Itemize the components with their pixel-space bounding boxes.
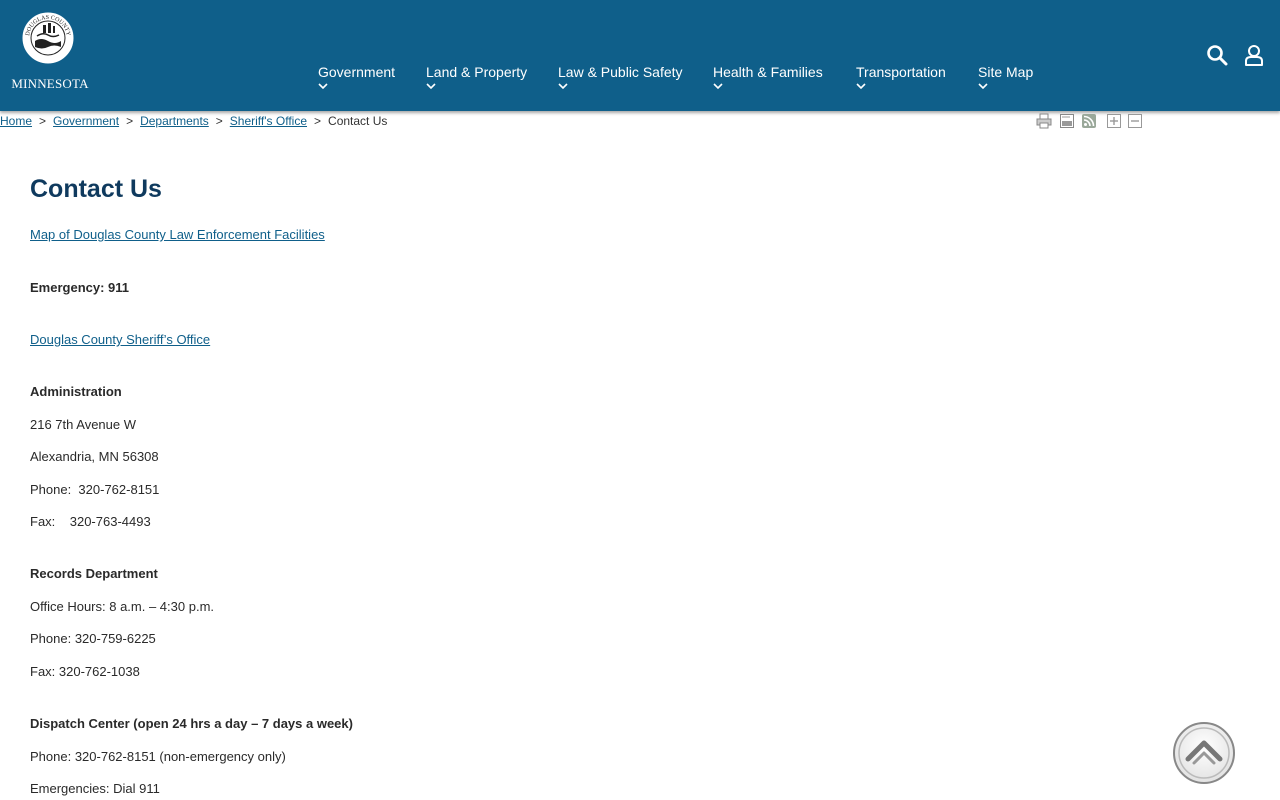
chevron-down-icon	[558, 83, 568, 90]
records-phone: Phone: 320-759-6225	[30, 631, 156, 646]
dispatch-emergencies: Emergencies: Dial 911	[30, 781, 160, 796]
breadcrumb-separator: >	[215, 114, 223, 128]
county-seal-icon: DOUGLAS COUNTY	[21, 11, 75, 65]
nav-label: Transportation	[856, 64, 946, 80]
breadcrumb-separator: >	[39, 114, 47, 128]
nav-site-map[interactable]: Site Map	[978, 64, 1034, 90]
emergency-text: Emergency: 911	[30, 280, 130, 295]
records-hours: Office Hours: 8 a.m. – 4:30 p.m.	[30, 599, 215, 614]
sheriff-link-row: Douglas County Sheriff’s Office	[30, 332, 210, 347]
nav-transportation[interactable]: Transportation	[856, 64, 946, 90]
chevron-down-icon	[856, 83, 866, 90]
nav-label: Law & Public Safety	[558, 64, 683, 80]
breadcrumb-separator: >	[314, 114, 322, 128]
print-icon[interactable]	[1036, 113, 1052, 129]
nav-land-property[interactable]: Land & Property	[426, 64, 528, 90]
nav-label: Land & Property	[426, 64, 528, 80]
breadcrumb-departments[interactable]: Departments	[140, 114, 209, 128]
chevron-down-icon	[318, 83, 328, 90]
nav-label: Government	[318, 64, 396, 80]
breadcrumb-government[interactable]: Government	[53, 114, 119, 128]
back-to-top-button[interactable]	[1172, 721, 1236, 785]
logo-text: MINNESOTA	[11, 76, 89, 91]
breadcrumb-home[interactable]: Home	[0, 114, 32, 128]
chevron-down-icon	[713, 83, 723, 90]
admin-fax: Fax: 320-763-4493	[30, 514, 151, 529]
admin-address-line1: 216 7th Avenue W	[30, 417, 137, 432]
header-icons	[1202, 44, 1272, 68]
email-icon[interactable]	[1059, 113, 1075, 129]
zoom-in-icon[interactable]	[1106, 113, 1122, 129]
nav-label: Health & Families	[713, 64, 823, 80]
sheriff-office-link[interactable]: Douglas County Sheriff’s Office	[30, 332, 210, 347]
admin-heading: Administration	[30, 384, 122, 399]
user-icon[interactable]	[1243, 44, 1265, 66]
breadcrumb-separator: >	[126, 114, 134, 128]
records-heading: Records Department	[30, 566, 158, 581]
admin-address-line2: Alexandria, MN 56308	[30, 449, 159, 464]
dispatch-phone: Phone: 320-762-8151 (non-emergency only)	[30, 749, 286, 764]
page-title: Contact Us	[30, 175, 162, 203]
map-link[interactable]: Map of Douglas County Law Enforcement Fa…	[30, 227, 325, 242]
map-link-row: Map of Douglas County Law Enforcement Fa…	[30, 227, 325, 242]
admin-phone: Phone: 320-762-8151	[30, 482, 160, 497]
breadcrumb-sheriffs-office[interactable]: Sheriff's Office	[230, 114, 307, 128]
chevron-down-icon	[426, 83, 436, 90]
zoom-out-icon[interactable]	[1127, 113, 1143, 129]
rss-icon[interactable]	[1081, 113, 1097, 129]
site-header: DOUGLAS COUNTY MINNESOTA Government Land…	[0, 0, 1280, 111]
records-fax: Fax: 320-762-1038	[30, 664, 140, 679]
site-logo[interactable]: DOUGLAS COUNTY MINNESOTA	[6, 8, 94, 98]
breadcrumb: Home > Government > Departments > Sheriff's Of…	[0, 114, 387, 128]
chevron-down-icon	[978, 83, 988, 90]
nav-health-families[interactable]: Health & Families	[713, 64, 823, 90]
dispatch-heading: Dispatch Center (open 24 hrs a day – 7 d…	[30, 716, 353, 731]
breadcrumb-current: Contact Us	[328, 114, 388, 128]
nav-law-public-safety[interactable]: Law & Public Safety	[558, 64, 683, 90]
search-icon[interactable]	[1206, 44, 1228, 66]
nav-label: Site Map	[978, 64, 1034, 80]
nav-government[interactable]: Government	[318, 64, 396, 90]
